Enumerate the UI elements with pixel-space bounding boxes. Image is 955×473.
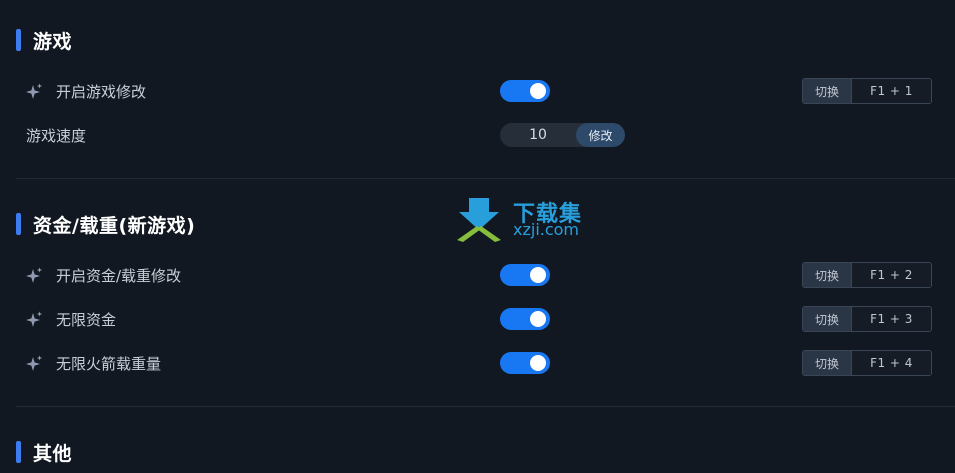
option-row-enable-funds-mod: 开启资金/载重修改 切换 F1 + 2 [24, 262, 955, 290]
section-header-funds: 资金/载重(新游戏) [16, 212, 196, 237]
watermark-url: xzji.com [513, 220, 580, 239]
hotkey-group: 切换 F1 + 2 [802, 262, 932, 288]
hotkey-keys: F1 + 3 [852, 307, 931, 331]
section-title: 其他 [33, 442, 73, 465]
toggle-switch[interactable] [500, 352, 550, 374]
option-row-infinite-rocket-payload: 无限火箭载重量 切换 F1 + 4 [24, 350, 955, 378]
hotkey-keys: F1 + 2 [852, 263, 931, 287]
sparkle-icon [26, 311, 42, 327]
hotkey-switch-button[interactable]: 切换 [803, 263, 852, 287]
option-row-game-speed: 游戏速度 10 修改 [24, 122, 955, 150]
section-divider [16, 178, 955, 179]
sparkle-icon [26, 355, 42, 371]
section-title: 资金/载重(新游戏) [33, 214, 196, 237]
section-accent-bar [16, 29, 21, 51]
sparkle-icon [26, 267, 42, 283]
section-accent-bar [16, 213, 21, 235]
option-label: 游戏速度 [26, 127, 87, 145]
option-label: 开启游戏修改 [56, 83, 147, 101]
modify-button[interactable]: 修改 [576, 123, 625, 147]
toggle-knob [530, 83, 546, 99]
hotkey-group: 切换 F1 + 1 [802, 78, 932, 104]
sparkle-icon [26, 83, 42, 99]
section-divider [16, 406, 955, 407]
speed-stepper: 10 修改 [500, 123, 625, 147]
toggle-knob [530, 311, 546, 327]
hotkey-group: 切换 F1 + 4 [802, 350, 932, 376]
toggle-switch[interactable] [500, 264, 550, 286]
hotkey-switch-button[interactable]: 切换 [803, 79, 852, 103]
section-accent-bar [16, 441, 21, 463]
hotkey-switch-button[interactable]: 切换 [803, 307, 852, 331]
hotkey-keys: F1 + 1 [852, 79, 931, 103]
speed-value-input[interactable]: 10 [500, 123, 576, 147]
section-title: 游戏 [33, 30, 73, 53]
trainer-panel: 游戏 开启游戏修改 切换 F1 + 1 游戏速度 10 修改 资金/载重(新游戏… [0, 0, 955, 473]
toggle-knob [530, 267, 546, 283]
toggle-knob [530, 355, 546, 371]
option-row-infinite-funds: 无限资金 切换 F1 + 3 [24, 306, 955, 334]
option-label: 无限资金 [56, 311, 117, 329]
watermark-logo: 下载集 xzji.com [455, 196, 605, 244]
toggle-switch[interactable] [500, 80, 550, 102]
download-arrow-icon [457, 198, 501, 242]
option-label: 开启资金/载重修改 [56, 267, 182, 285]
section-header-game: 游戏 [16, 28, 73, 53]
section-header-other: 其他 [16, 440, 73, 465]
toggle-switch[interactable] [500, 308, 550, 330]
option-label: 无限火箭载重量 [56, 355, 162, 373]
hotkey-switch-button[interactable]: 切换 [803, 351, 852, 375]
option-row-enable-game-mod: 开启游戏修改 切换 F1 + 1 [24, 78, 955, 106]
hotkey-group: 切换 F1 + 3 [802, 306, 932, 332]
hotkey-keys: F1 + 4 [852, 351, 931, 375]
